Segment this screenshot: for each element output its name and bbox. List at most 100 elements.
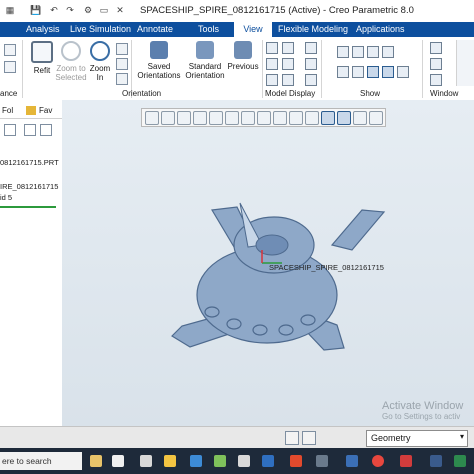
word-icon[interactable] <box>346 455 358 467</box>
refit-icon[interactable] <box>145 111 159 125</box>
mail-icon[interactable] <box>190 455 202 467</box>
scene-icon[interactable] <box>282 42 294 54</box>
tab-tools[interactable]: Tools <box>198 22 219 37</box>
datum-points-icon[interactable] <box>305 111 319 125</box>
selection-filter-dropdown[interactable]: Geometry ▾ <box>366 430 468 447</box>
datum-planes-icon[interactable] <box>273 111 287 125</box>
excel-icon[interactable] <box>214 455 226 467</box>
visibility-icon[interactable] <box>4 44 16 56</box>
undo-icon[interactable]: ↶ <box>48 4 60 16</box>
appearance-gallery-icon[interactable] <box>266 42 278 54</box>
model-tree-icon[interactable] <box>4 124 16 136</box>
previous-label: Previous <box>227 62 259 71</box>
datum-planes-icon[interactable] <box>337 46 349 58</box>
filter-icon[interactable] <box>302 431 316 445</box>
repaint-icon[interactable] <box>116 58 128 70</box>
standard-orientation-label-1: Standard <box>188 62 222 71</box>
window-title: SPACESHIP_SPIRE_0812161715 (Active) - Cr… <box>140 5 414 16</box>
notepad-icon[interactable] <box>238 455 250 467</box>
creo-icon[interactable] <box>262 455 274 467</box>
favorites-tab[interactable]: Fav <box>39 106 52 115</box>
model-file-name[interactable]: 0812161715.PRT <box>0 158 59 167</box>
spin-center-icon[interactable] <box>382 66 394 78</box>
repaint-icon[interactable] <box>193 111 207 125</box>
activate-window-icon[interactable] <box>430 42 442 54</box>
window-icon[interactable]: ▭ <box>98 4 110 16</box>
pdf-icon[interactable] <box>400 455 412 467</box>
binoculars-icon[interactable] <box>285 431 299 445</box>
zoom-in-icon[interactable] <box>161 111 175 125</box>
annotations-icon[interactable] <box>353 111 367 125</box>
settings-icon[interactable] <box>40 124 52 136</box>
close-window-icon[interactable]: ✕ <box>114 4 126 16</box>
tab-overflow[interactable] <box>418 22 474 37</box>
pan-icon[interactable] <box>116 43 128 55</box>
group-label-appearance: ance <box>0 89 18 98</box>
appearance-icon[interactable] <box>4 61 16 73</box>
view-manager-icon[interactable] <box>241 111 255 125</box>
zoom-in-button[interactable]: Zoom In <box>87 41 113 82</box>
zoom-to-selected-button[interactable]: Zoom to Selected <box>55 41 87 82</box>
widgets-icon[interactable] <box>140 455 152 467</box>
task-view-icon[interactable] <box>112 455 124 467</box>
saved-orientations-icon[interactable] <box>225 111 239 125</box>
plane-tags-icon[interactable] <box>397 66 409 78</box>
teams-icon[interactable] <box>430 455 442 467</box>
ribbon-overflow-button[interactable] <box>456 40 474 86</box>
tree-item-feature[interactable]: id 5 <box>0 193 12 202</box>
datum-axes-icon[interactable] <box>289 111 303 125</box>
standard-orientation-button[interactable]: Standard Orientation <box>184 41 226 80</box>
layers-icon[interactable] <box>305 42 317 54</box>
regenerate-icon[interactable]: ⚙ <box>82 4 94 16</box>
pod-2 <box>226 318 242 330</box>
csys-icon[interactable] <box>382 46 394 58</box>
pause-icon[interactable] <box>369 111 383 125</box>
show-icon[interactable] <box>24 124 36 136</box>
redo-icon[interactable]: ↷ <box>64 4 76 16</box>
saved-orientations-button[interactable]: Saved Orientations <box>136 41 182 80</box>
tab-view[interactable]: View <box>234 22 272 37</box>
shade-icon[interactable] <box>305 58 317 70</box>
zoom-out-icon[interactable] <box>177 111 191 125</box>
folder-browser-tab[interactable]: Fol <box>2 106 13 115</box>
file-explorer-icon[interactable] <box>164 455 176 467</box>
close-icon[interactable] <box>430 58 442 70</box>
tree-item-part[interactable]: IRE_0812161715 <box>0 182 58 191</box>
powerpoint-icon[interactable] <box>290 455 302 467</box>
zoom-out-icon[interactable] <box>116 73 128 85</box>
chrome-icon[interactable] <box>372 455 384 467</box>
display-style-icon[interactable] <box>266 58 278 70</box>
tab-applications[interactable]: Applications <box>356 22 405 37</box>
watermark-line-1: Activate Window <box>382 400 464 412</box>
spaceship-model[interactable] <box>62 100 474 426</box>
standard-orientation-label-2: Orientation <box>185 71 225 80</box>
tab-annotate[interactable]: Annotate <box>137 22 173 37</box>
annotations-display-icon[interactable] <box>337 66 349 78</box>
save-icon[interactable]: 💾 <box>30 4 42 16</box>
datum-axes-icon[interactable] <box>352 46 364 58</box>
tab-analysis[interactable]: Analysis <box>26 22 60 37</box>
graphics-window[interactable]: SPACESHIP_SPIRE_0812161715 <box>62 100 474 426</box>
display-style-icon[interactable] <box>209 111 223 125</box>
manage-views-icon[interactable] <box>282 74 294 86</box>
csys-tags-icon[interactable] <box>367 66 379 78</box>
perspective-icon[interactable] <box>257 111 271 125</box>
point-tags-icon[interactable] <box>352 66 364 78</box>
tab-live-simulation[interactable]: Live Simulation <box>70 22 131 37</box>
group-label-show: Show <box>360 89 381 98</box>
sheets-icon[interactable] <box>454 455 466 467</box>
explode-icon[interactable] <box>305 74 317 86</box>
datum-points-icon[interactable] <box>367 46 379 58</box>
tab-flexible-modeling[interactable]: Flexible Modeling <box>278 22 348 37</box>
windows-icon[interactable] <box>430 74 442 86</box>
previous-button[interactable]: Previous <box>227 41 259 71</box>
pod-4 <box>278 324 294 336</box>
copilot-icon[interactable] <box>90 455 102 467</box>
taskbar-search-box[interactable]: ere to search <box>0 452 82 470</box>
app-icon[interactable] <box>316 455 328 467</box>
perspective-icon[interactable] <box>282 58 294 70</box>
spin-center-icon[interactable] <box>337 111 351 125</box>
refit-button[interactable]: Refit <box>29 41 55 75</box>
csys-icon[interactable] <box>321 111 335 125</box>
section-icon[interactable] <box>266 74 278 86</box>
